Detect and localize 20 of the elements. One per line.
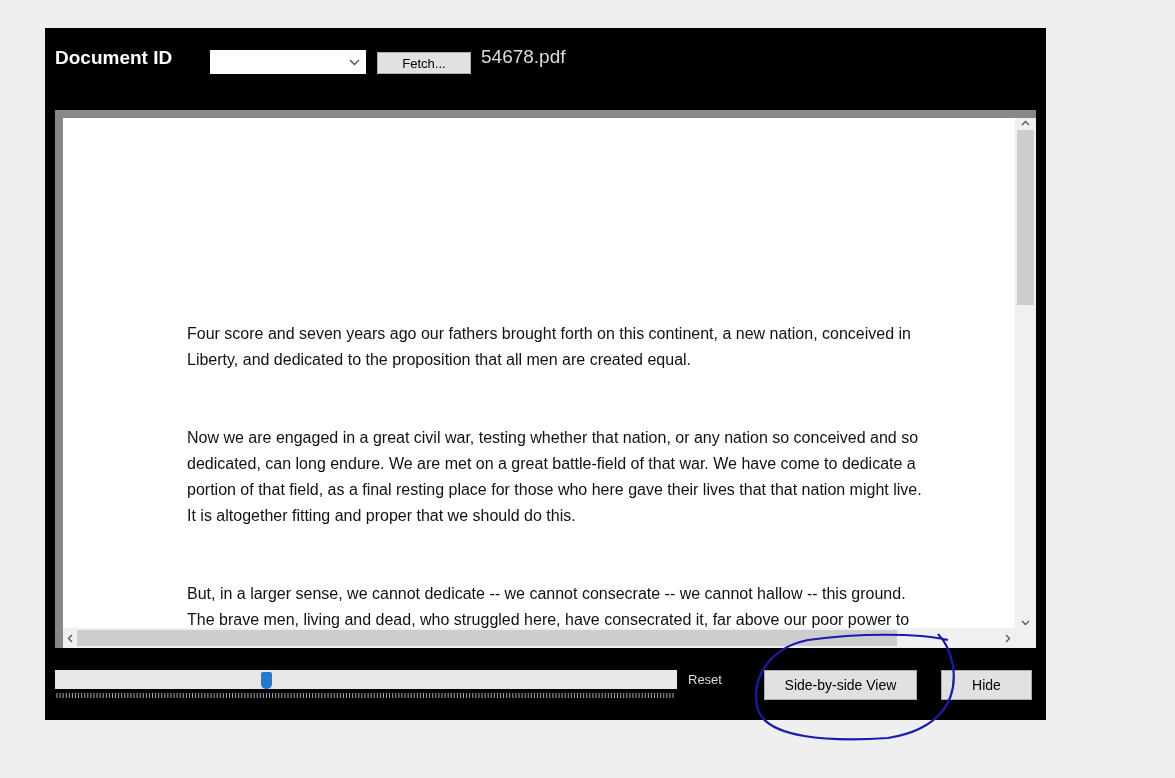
vertical-scrollbar[interactable] [1015,118,1036,628]
document-id-label: Document ID [55,47,174,69]
document-paragraph: Now we are engaged in a great civil war, testing whether that nation, or any nation so conceived and so dedicated, can long endure. We are met on a great battle-field of that war. We have come to dedicate a portion of that field, as a final resting place for those who here gave their lives that that nation might live. It is altogether fitting and proper that we should do this. [187,428,923,526]
document-paragraph: But, in a larger sense, we cannot dedicate -- we cannot consecrate -- we cannot hallow -- this ground. The brave men, living and dead, who struggled here, have consecrated it, far above our poor power to [187,584,911,628]
action-button[interactable]: Side-by-side View [763,670,917,700]
document-paragraph: Four score and seven years ago our fathers brought forth on this continent, a new nation, conceived in Liberty, and dedicated to the proposition that all men are created equal. [187,324,912,370]
zoom-slider[interactable] [55,670,677,689]
scroll-up-icon[interactable] [1021,120,1030,126]
fetch-button[interactable]: Fetch... [377,52,471,74]
chevron-down-icon [349,58,360,66]
scroll-down-icon[interactable] [1021,620,1030,626]
slider-thumb[interactable] [261,672,273,689]
scroll-thumb[interactable] [77,630,897,646]
action-button[interactable]: Hide [940,670,1032,700]
scroll-left-icon[interactable] [67,633,73,643]
scroll-thumb[interactable] [1017,130,1034,305]
file-name: 54678.pdf [481,46,566,68]
horizontal-scrollbar[interactable] [63,628,1015,648]
reset-label[interactable]: Reset [688,672,722,687]
scroll-right-icon[interactable] [1005,633,1011,643]
